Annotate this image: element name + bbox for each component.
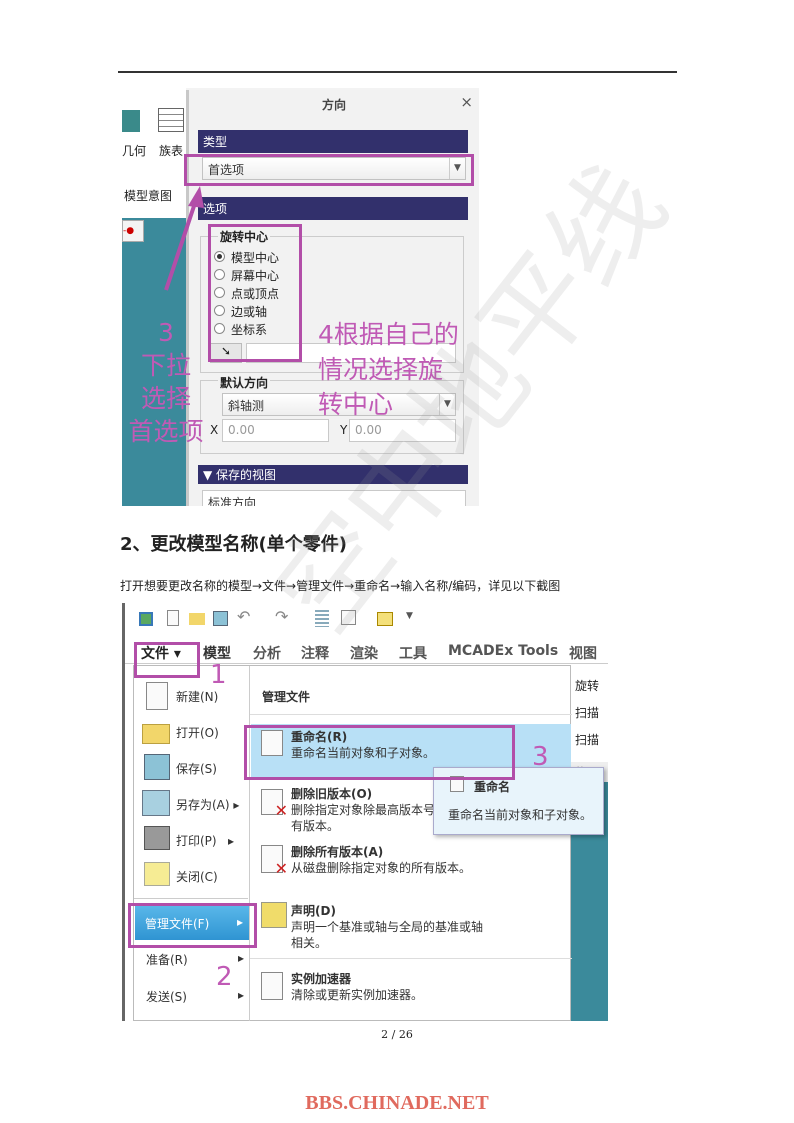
save-icon [144,754,170,780]
menu-close[interactable]: 关闭(C) [176,868,218,885]
page-number: 2 / 26 [381,1028,413,1041]
new-icon [146,682,168,710]
tab-annotate[interactable]: 注释 [301,643,329,663]
instance-accelerator-icon [261,972,283,1000]
declare-icon [261,902,287,928]
footer-site: BBS.CHINADE.NET [305,1092,489,1114]
type-highlight-box [184,154,474,186]
annotation-step-3: 3 下拉 选择 首选项 [128,318,204,446]
ribbon-peek: 旋转扫描扫描 状 ▾ [571,665,608,1021]
header-rule [118,71,677,73]
new-icon[interactable] [167,610,179,626]
submenu-instance-accelerator[interactable]: 实例加速器 清除或更新实例加速器。 [251,966,571,1016]
step-number-1: 1 [210,660,227,690]
submenu-delete-all-versions[interactable]: ✕ 删除所有版本(A) 从磁盘删除指定对象的所有版本。 [251,839,571,889]
customize-toolbar-icon[interactable]: ▼ [406,611,413,621]
open-icon [142,724,170,744]
delete-all-versions-icon: ✕ [261,845,288,878]
file-tab-highlight-box [134,642,200,678]
save-as-icon [142,790,170,816]
delete-old-versions-icon: ✕ [261,789,288,820]
tab-mcadex-tools[interactable]: MCADEx Tools [448,643,558,659]
print-icon [144,826,170,850]
save-icon[interactable] [213,611,228,626]
manage-file-highlight-box [128,903,257,948]
menu-print[interactable]: 打印(P) ▸ [176,832,234,849]
step-number-3: 3 [532,742,549,772]
submenu-declare[interactable]: 声明(D) 声明一个基准或轴与全局的基准或轴 相关。 [251,898,571,956]
rename-highlight-box [244,725,515,780]
menu-save-as[interactable]: 另存为(A) ▸ [176,796,239,813]
tab-tools[interactable]: 工具 [399,643,427,663]
menu-send[interactable]: 发送(S) [146,988,187,1005]
menu-open[interactable]: 打开(O) [176,724,219,741]
menu-prepare[interactable]: 准备(R) [146,951,188,968]
rotation-center-highlight-box [208,224,302,362]
close-icon [144,862,170,886]
tab-analysis[interactable]: 分析 [253,643,281,663]
app-icon[interactable] [139,612,153,626]
undo-icon[interactable]: ↶ [237,607,250,626]
open-icon[interactable] [189,613,205,625]
step-number-2: 2 [216,962,233,992]
menu-save[interactable]: 保存(S) [176,760,217,777]
redo-icon[interactable]: ↷ [275,607,288,626]
file-menu: 新建(N) 打开(O) 保存(S) 另存为(A) ▸ 打印(P) ▸ 关闭(C)… [133,665,572,1021]
tab-view[interactable]: 视图 [569,643,597,663]
submenu-title: 管理文件 [262,690,311,704]
menu-new[interactable]: 新建(N) [176,688,218,705]
